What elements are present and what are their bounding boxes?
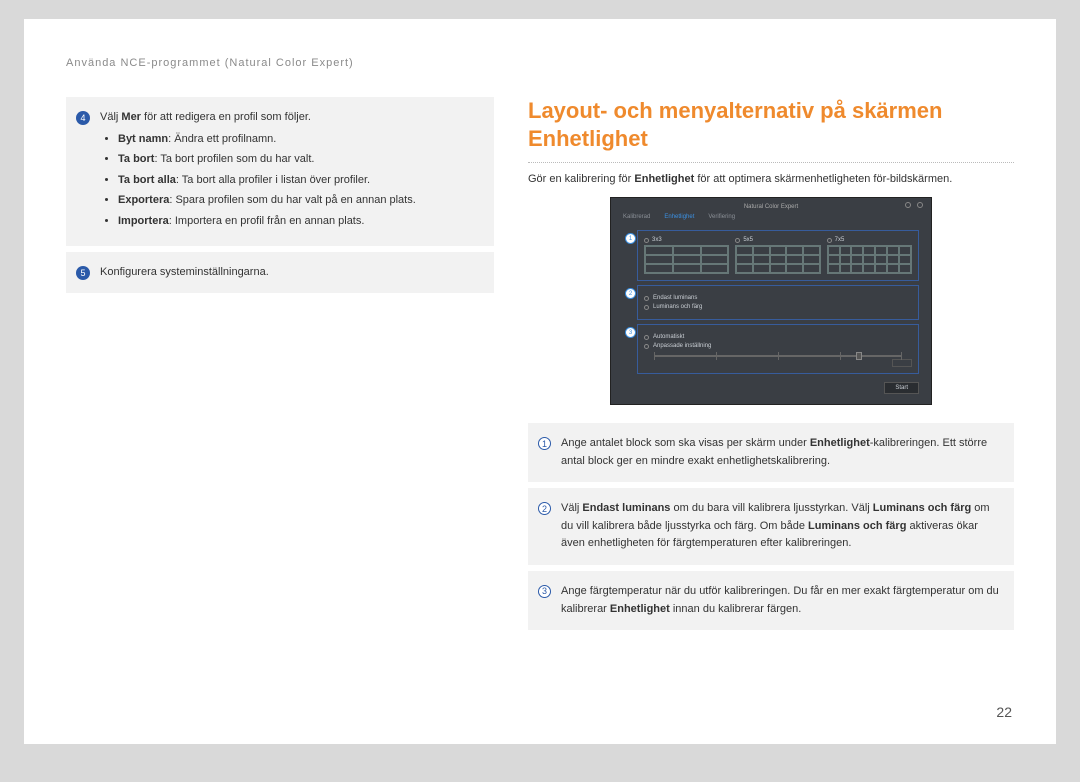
divider bbox=[528, 162, 1014, 163]
step-number-4: 4 bbox=[76, 111, 90, 125]
list-item: Byt namn: Ändra ett profilnamn. bbox=[118, 131, 480, 149]
document-page: Använda NCE-programmet (Natural Color Ex… bbox=[24, 19, 1056, 744]
list-item: Ta bort alla: Ta bort alla profiler i li… bbox=[118, 172, 480, 190]
step-number-5: 5 bbox=[76, 266, 90, 280]
slider-knob bbox=[856, 352, 862, 360]
list-item: Importera: Importera en profil från en a… bbox=[118, 213, 480, 231]
callout-row: 3 Ange färgtemperatur när du utför kalibr… bbox=[528, 571, 1014, 630]
callout-text: Ange färgtemperatur när du utför kalibre… bbox=[561, 583, 1000, 618]
tab-uniformity: Enhetlighet bbox=[664, 214, 694, 220]
list-item: Ta bort: Ta bort profilen som du har val… bbox=[118, 151, 480, 169]
window-controls bbox=[905, 202, 923, 208]
section-heading: Layout- och menyalternativ på skärmen En… bbox=[528, 97, 1014, 158]
slider bbox=[644, 355, 912, 367]
right-column: Layout- och menyalternativ på skärmen En… bbox=[528, 97, 1014, 636]
intro-text: Gör en kalibrering för Enhetlighet för a… bbox=[528, 173, 1014, 185]
step-4-list: Byt namn: Ändra ett profilnamn. Ta bort: … bbox=[100, 131, 480, 231]
left-column: 4 Välj Mer för att redigera en profil so… bbox=[66, 97, 494, 636]
columns: 4 Välj Mer för att redigera en profil so… bbox=[66, 97, 1014, 636]
panel-3: Automatiskt Anpassade inställning bbox=[637, 324, 919, 374]
step-4-lead: Välj Mer för att redigera en profil som … bbox=[100, 109, 480, 127]
step-5-box: 5 Konfigurera systeminställningarna. bbox=[66, 252, 494, 294]
app-title: Natural Color Expert bbox=[617, 204, 925, 210]
start-button: Start bbox=[884, 382, 919, 394]
callout-number: 3 bbox=[538, 585, 551, 598]
page-number: 22 bbox=[996, 704, 1012, 720]
step-5-text: Konfigurera systeminställningarna. bbox=[100, 264, 480, 282]
tab-calibrated: Kalibrerad bbox=[623, 214, 650, 220]
gear-icon bbox=[905, 202, 911, 208]
breadcrumb: Använda NCE-programmet (Natural Color Ex… bbox=[66, 57, 1014, 69]
list-item: Exportera: Spara profilen som du har val… bbox=[118, 192, 480, 210]
callout-notes: 1 Ange antalet block som ska visas per sk… bbox=[528, 423, 1014, 630]
step-4-body: Välj Mer för att redigera en profil som … bbox=[100, 109, 480, 234]
value-input bbox=[892, 359, 912, 367]
callout-text: Ange antalet block som ska visas per skä… bbox=[561, 435, 1000, 470]
tabs: Kalibrerad Enhetlighet Verifiering bbox=[617, 214, 925, 226]
callout-text: Välj Endast luminans om du bara vill kal… bbox=[561, 500, 1000, 553]
panel-1: 3x3 5x5 7x5 bbox=[637, 230, 919, 281]
callout-row: 2 Välj Endast luminans om du bara vill ka… bbox=[528, 488, 1014, 565]
panel-2: Endast luminans Luminans och färg bbox=[637, 285, 919, 320]
tab-verify: Verifiering bbox=[708, 214, 735, 220]
help-icon bbox=[917, 202, 923, 208]
callout-number: 1 bbox=[538, 437, 551, 450]
callout-row: 1 Ange antalet block som ska visas per sk… bbox=[528, 423, 1014, 482]
step-4-box: 4 Välj Mer för att redigera en profil so… bbox=[66, 97, 494, 246]
app-screenshot: Natural Color Expert Kalibrerad Enhetlig… bbox=[610, 197, 932, 405]
callout-number: 2 bbox=[538, 502, 551, 515]
